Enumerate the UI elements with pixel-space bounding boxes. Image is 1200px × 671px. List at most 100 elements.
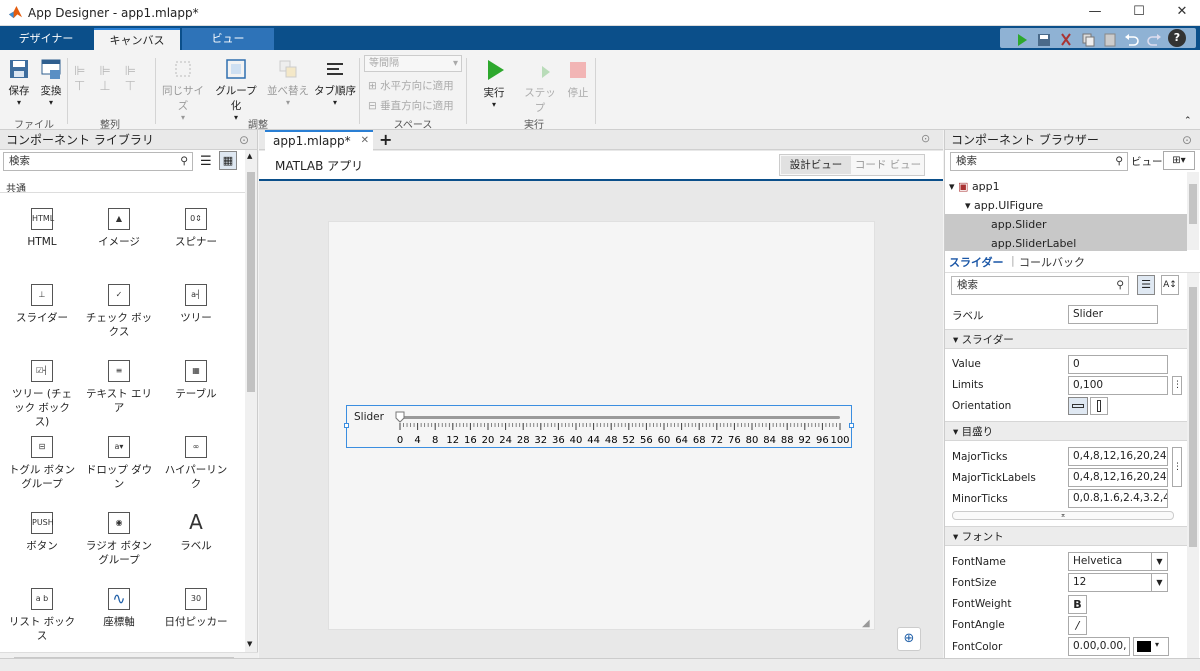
font-section-header[interactable]: ▾ フォント xyxy=(945,526,1187,546)
orientation-horizontal-icon[interactable] xyxy=(1068,397,1088,415)
slider-component[interactable]: Slider 0 4 8 12 16 20 24 28 32 36 40 44 48 52 56 60 64 68… xyxy=(344,405,854,448)
tick-label: 48 xyxy=(605,435,618,446)
italic-icon[interactable]: / xyxy=(1068,616,1087,635)
library-item[interactable]: ✓ チェック ボックス xyxy=(84,284,154,339)
undo-icon[interactable] xyxy=(1122,31,1142,49)
save-icon[interactable] xyxy=(1034,31,1054,49)
close-tab-icon[interactable]: ✕ xyxy=(361,132,369,150)
slider-track[interactable] xyxy=(400,416,840,419)
library-item[interactable]: 0⇕ スピナー xyxy=(161,208,231,249)
tab-designer[interactable]: デザイナー xyxy=(0,28,92,50)
browser-search-input[interactable]: 検索 ⚲ xyxy=(950,152,1128,171)
same-size-button[interactable]: 同じサイズ ▾ xyxy=(160,58,206,122)
save-label: 保存 xyxy=(8,85,30,97)
maximize-icon[interactable]: ☐ xyxy=(1129,4,1149,22)
tree-scrollbar[interactable] xyxy=(1187,172,1199,250)
convert-button[interactable]: 変換 ▾ xyxy=(38,58,64,107)
editor-options-icon[interactable]: ⊙ xyxy=(921,132,930,145)
sort-alphabetical-icon[interactable]: A↕ xyxy=(1161,275,1179,295)
library-item[interactable]: ∿ 座標軸 xyxy=(84,588,154,629)
library-item[interactable]: a▾ ドロップ ダウン xyxy=(84,436,154,491)
library-item[interactable]: 30 日付ピッカー xyxy=(161,588,231,629)
slider-section-header[interactable]: ▾ スライダー xyxy=(945,329,1187,349)
stop-button[interactable]: 停止 xyxy=(564,58,592,100)
tab-slider-properties[interactable]: スライダー xyxy=(949,254,1004,270)
close-icon[interactable]: ✕ xyxy=(1172,4,1192,22)
new-tab-icon[interactable]: + xyxy=(379,130,392,149)
group-by-category-icon[interactable]: ☰ xyxy=(1137,275,1155,295)
tab-canvas[interactable]: キャンバス xyxy=(94,28,180,50)
design-view-button[interactable]: 設計ビュー xyxy=(781,156,851,174)
limits-property-input[interactable]: 0,100 xyxy=(1068,376,1168,395)
property-search-input[interactable]: 検索 ⚲ xyxy=(951,276,1129,295)
limits-more-icon[interactable]: ⋮ xyxy=(1172,376,1182,395)
major-ticks-input[interactable]: 0,4,8,12,16,20,24,2 xyxy=(1068,447,1168,466)
browser-view-dropdown[interactable]: ⊞▾ xyxy=(1163,151,1195,170)
library-item[interactable]: ⊥ スライダー xyxy=(7,284,77,325)
font-color-input[interactable]: 0.00,0.00, xyxy=(1068,637,1130,656)
group-label: グループ化 xyxy=(215,85,257,112)
tree-item-slider[interactable]: app.Slider xyxy=(991,218,1047,231)
tree-item-uifigure[interactable]: ▾ app.UIFigure xyxy=(965,199,1043,212)
font-name-dropdown[interactable]: Helvetica ▼ xyxy=(1068,552,1168,571)
library-item[interactable]: ≡ テキスト エリア xyxy=(84,360,154,415)
library-item[interactable]: HTML HTML xyxy=(7,208,77,249)
library-search-input[interactable]: 検索 ⚲ xyxy=(3,152,193,171)
ui-figure-canvas[interactable]: Slider 0 4 8 12 16 20 24 28 32 36 40 44 48 52 56 60 64 68… xyxy=(328,221,875,630)
inspector-scrollbar[interactable] xyxy=(1187,273,1199,669)
tree-item-sliderlabel[interactable]: app.SliderLabel xyxy=(991,237,1076,250)
library-scrollbar[interactable]: ▲ ▼ xyxy=(245,150,257,652)
minimize-icon[interactable]: — xyxy=(1085,4,1105,22)
apply-horizontal-button[interactable]: ⊞ 水平方向に適用 xyxy=(368,78,454,93)
library-item[interactable]: a┤ ツリー xyxy=(161,284,231,325)
tab-order-button[interactable]: タブ順序 ▾ xyxy=(314,58,356,107)
list-view-icon[interactable]: ☰ xyxy=(200,154,212,169)
library-item[interactable]: ☑┤ ツリー (チェック ボックス) xyxy=(7,360,77,429)
tab-view[interactable]: ビュー xyxy=(182,28,274,50)
major-tick-labels-input[interactable]: 0,4,8,12,16,20,24,2 xyxy=(1068,468,1168,487)
save-button[interactable]: 保存 ▾ xyxy=(6,58,32,107)
library-item[interactable]: PUSH ボタン xyxy=(7,512,77,553)
step-button[interactable]: ステップ xyxy=(522,58,558,115)
spinner-icon: 0⇕ xyxy=(185,208,207,230)
bold-icon[interactable]: B xyxy=(1068,595,1087,614)
arrange-button[interactable]: 並べ替え ▾ xyxy=(266,58,310,107)
ticks-more-icon[interactable]: ⋮ xyxy=(1172,447,1182,487)
tab-callbacks[interactable]: コールバック xyxy=(1019,254,1085,270)
font-size-dropdown[interactable]: 12 ▼ xyxy=(1068,573,1168,592)
expand-more-icon[interactable]: ⌅ xyxy=(952,511,1174,520)
library-item[interactable]: ▲ イメージ xyxy=(84,208,154,249)
grid-view-icon[interactable]: ▦ xyxy=(219,151,237,170)
zoom-icon[interactable]: ⊕ xyxy=(897,627,921,651)
editor-tab[interactable]: app1.mlapp* ✕ xyxy=(265,130,373,151)
library-item[interactable]: A ラベル xyxy=(161,512,231,553)
font-color-picker[interactable]: ▾ xyxy=(1133,637,1169,656)
panel-options-icon[interactable]: ⊙ xyxy=(239,130,257,150)
help-icon[interactable]: ? xyxy=(1168,29,1186,47)
tree-item-app1[interactable]: ▾ ▣ app1 xyxy=(949,180,1000,193)
minor-ticks-input[interactable]: 0,0.8,1.6,2.4,3.2,4,- xyxy=(1068,489,1168,508)
spacing-select[interactable]: 等間隔 ▾ xyxy=(364,55,462,72)
library-item[interactable]: ∞ ハイパーリンク xyxy=(161,436,231,491)
collapse-ribbon-icon[interactable]: ⌃ xyxy=(1184,116,1192,126)
ticks-section-header[interactable]: ▾ 目盛り xyxy=(945,421,1187,441)
redo-icon[interactable] xyxy=(1144,31,1164,49)
label-property-input[interactable]: Slider xyxy=(1068,305,1158,324)
code-view-button[interactable]: コード ビュー xyxy=(852,156,924,174)
value-property-input[interactable]: 0 xyxy=(1068,355,1168,374)
font-section-label: フォント xyxy=(961,531,1004,543)
resize-grip-icon[interactable]: ◢ xyxy=(862,618,870,629)
library-item[interactable]: ▦ テーブル xyxy=(161,360,231,401)
apply-vertical-button[interactable]: ⊟ 垂直方向に適用 xyxy=(368,98,454,113)
run-button[interactable]: 実行 ▾ xyxy=(478,58,510,109)
paste-icon[interactable] xyxy=(1100,31,1120,49)
browser-options-icon[interactable]: ⊙ xyxy=(1182,130,1200,150)
group-button[interactable]: グループ化 ▾ xyxy=(212,58,260,122)
copy-icon[interactable] xyxy=(1078,31,1098,49)
cut-icon[interactable] xyxy=(1056,31,1076,49)
library-item[interactable]: ⊟ トグル ボタン グループ xyxy=(7,436,77,491)
orientation-vertical-icon[interactable] xyxy=(1090,397,1108,415)
library-item[interactable]: ◉ ラジオ ボタン グループ xyxy=(84,512,154,567)
library-item[interactable]: a b リスト ボックス xyxy=(7,588,77,643)
run-icon[interactable] xyxy=(1012,31,1032,49)
